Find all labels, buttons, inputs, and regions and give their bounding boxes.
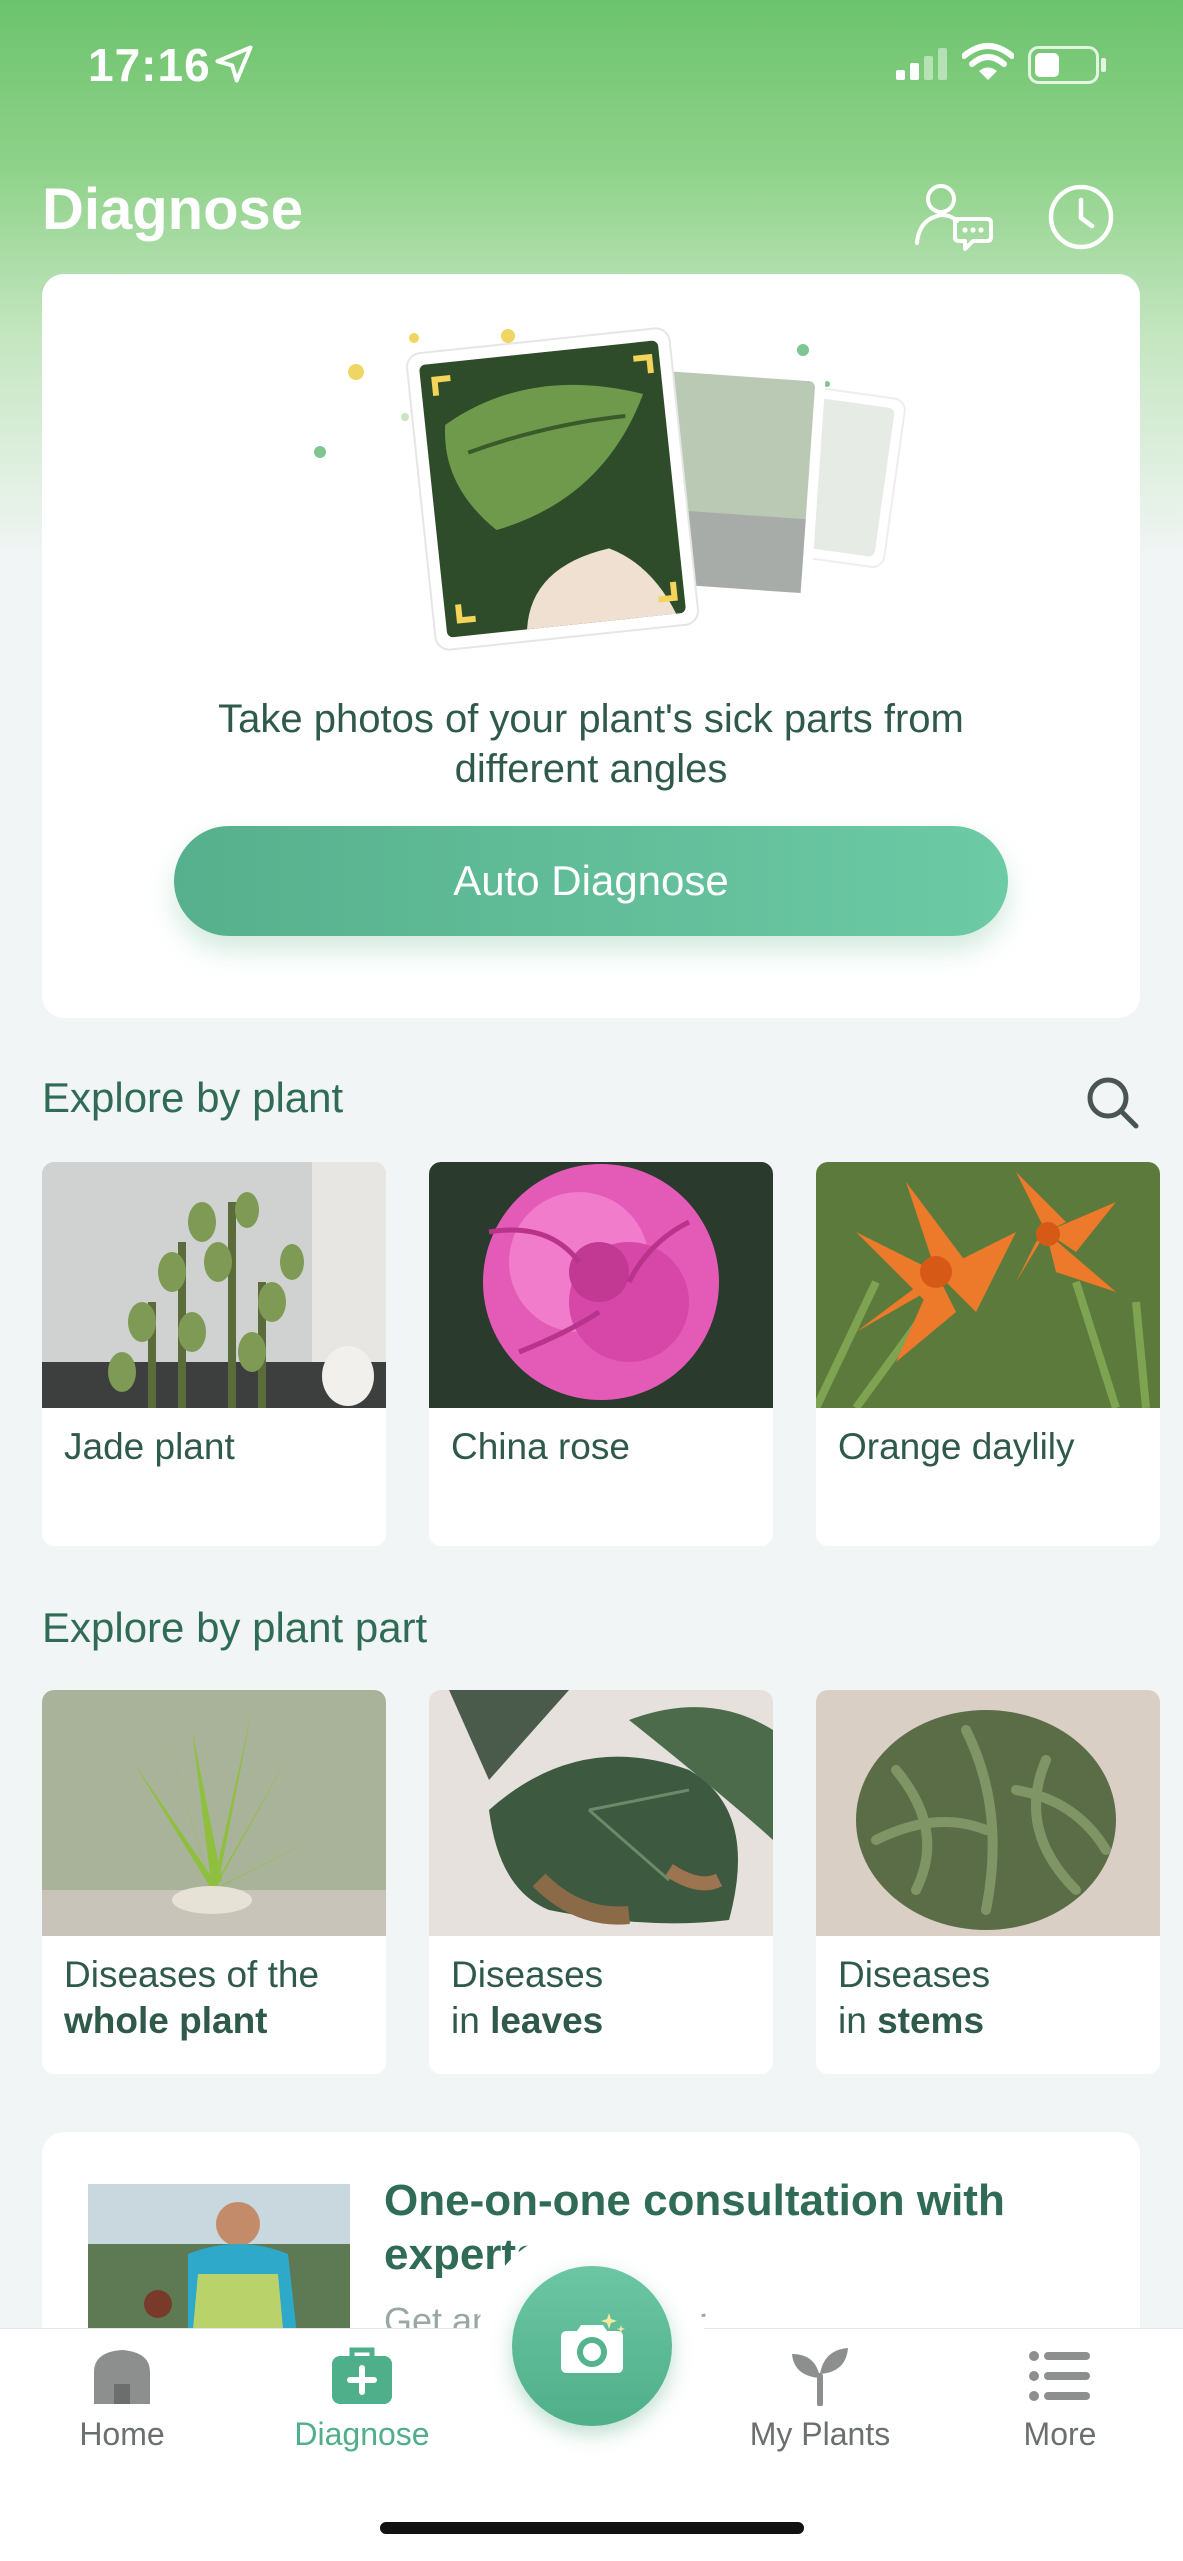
clock-icon (1048, 184, 1114, 250)
hero-instruction-text: Take photos of your plant's sick parts f… (218, 697, 964, 791)
part-card-stems[interactable]: Diseases in stems (816, 1690, 1160, 2074)
history-button[interactable] (1036, 172, 1126, 262)
auto-diagnose-button[interactable]: Auto Diagnose (174, 826, 1008, 936)
auto-diagnose-card: Take photos of your plant's sick parts f… (42, 274, 1140, 1018)
wifi-icon (962, 43, 1014, 80)
page-title: Diagnose (42, 177, 304, 242)
explore-by-plant-title: Explore by plant (42, 1074, 344, 1121)
part-card-whole-plant[interactable]: Diseases of the whole plant (42, 1690, 386, 2074)
status-time: 17:16 (88, 39, 211, 91)
photo-cards-illustration (314, 327, 906, 651)
plant-card-jade[interactable]: Jade plant (42, 1162, 386, 1546)
status-bar: 17:16 (0, 0, 1183, 130)
jade-plant-photo (42, 1162, 386, 1408)
part-card-leaves[interactable]: Diseases in leaves (429, 1690, 773, 2074)
plant-card-label: China rose (451, 1426, 630, 1467)
search-icon[interactable] (1082, 1072, 1142, 1132)
menu-list-icon (1029, 2351, 1090, 2401)
tab-home-label: Home (79, 2416, 165, 2452)
whole-plant-photo (42, 1690, 386, 1936)
camera-scan-button[interactable] (512, 2266, 672, 2426)
medical-bag-icon (332, 2347, 392, 2404)
tab-my-plants[interactable]: My Plants (720, 2346, 920, 2453)
camera-icon (561, 2313, 625, 2373)
part-card-label: Diseases in stems (838, 1952, 1148, 2044)
part-card-label-line2: whole plant (64, 2000, 268, 2041)
tab-more[interactable]: More (960, 2346, 1160, 2453)
orange-daylily-photo (816, 1162, 1160, 1408)
tab-diagnose[interactable]: Diagnose (262, 2346, 462, 2453)
tab-home[interactable]: Home (22, 2346, 222, 2453)
plant-card-china-rose[interactable]: China rose (429, 1162, 773, 1546)
part-card-label-bold: leaves (490, 2000, 604, 2041)
home-indicator (380, 2522, 804, 2534)
tab-diagnose-label: Diagnose (294, 2416, 430, 2452)
cellular-signal-icon (896, 48, 947, 80)
location-arrow-icon (215, 45, 253, 83)
leaves-photo (429, 1690, 773, 1936)
plant-card-orange-daylily[interactable]: Orange daylily (816, 1162, 1160, 1546)
part-card-label-prefix: in (838, 2000, 878, 2041)
expert-chat-button[interactable] (908, 172, 998, 262)
plant-card-label: Orange daylily (838, 1426, 1075, 1467)
home-icon (94, 2350, 150, 2404)
tab-my-plants-label: My Plants (749, 2416, 891, 2452)
plant-card-label: Jade plant (64, 1426, 235, 1467)
part-card-label-prefix: in (451, 2000, 491, 2041)
stems-photo (816, 1690, 1160, 1936)
sprout-icon (792, 2348, 848, 2406)
china-rose-photo (429, 1162, 773, 1408)
expert-chat-icon (915, 184, 993, 251)
part-card-label: Diseases in leaves (451, 1952, 761, 2044)
consultation-title: One-on-one consultation with experts (384, 2176, 1005, 2279)
part-card-label-bold: stems (877, 2000, 985, 2041)
part-card-label-line1: Diseases (838, 1954, 991, 1995)
battery-icon (1028, 46, 1106, 84)
part-card-label-line1: Diseases of the (64, 1954, 320, 1995)
part-card-label-line1: Diseases (451, 1954, 604, 1995)
tab-more-label: More (1023, 2416, 1097, 2452)
part-card-label: Diseases of the whole plant (64, 1952, 374, 2044)
explore-by-part-title: Explore by plant part (42, 1604, 428, 1651)
